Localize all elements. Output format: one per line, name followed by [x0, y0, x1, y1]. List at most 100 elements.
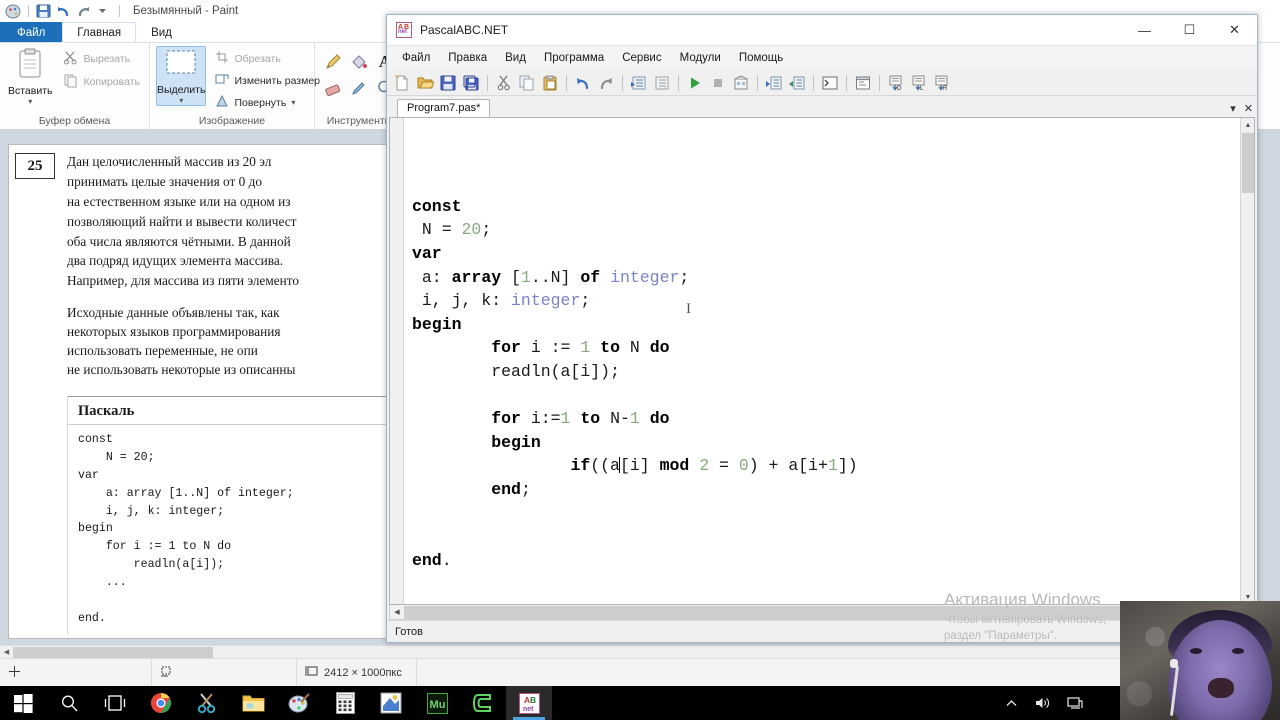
rotate-dropdown-icon[interactable]: ▾	[291, 98, 295, 107]
customize-qat-icon[interactable]	[96, 4, 112, 19]
save-all-icon[interactable]	[460, 72, 482, 94]
code-text[interactable]: const N = 20; var a: array [1..N] of inte…	[404, 118, 1240, 604]
copy-icon[interactable]	[516, 72, 538, 94]
paint-tab-file[interactable]: Файл	[0, 22, 63, 42]
maximize-button[interactable]: ☐	[1167, 15, 1212, 45]
code-editor[interactable]: const N = 20; var a: array [1..N] of inte…	[389, 117, 1255, 605]
hscroll-track[interactable]	[13, 645, 1267, 659]
cut-icon[interactable]	[493, 72, 515, 94]
close-button[interactable]: ✕	[1212, 15, 1257, 45]
scroll-left-icon[interactable]: ◀	[390, 606, 404, 619]
code-token: .	[441, 550, 452, 570]
taskbar-explorer[interactable]	[230, 686, 276, 720]
fill-icon[interactable]	[347, 50, 371, 74]
resize-button[interactable]: Изменить размер	[212, 71, 323, 90]
copy-button[interactable]: Копировать	[60, 72, 143, 92]
task-view-icon[interactable]	[92, 686, 138, 720]
eraser-icon[interactable]	[321, 76, 345, 100]
new-file-icon[interactable]	[391, 72, 413, 94]
code-line: a: array [1..N] of integer;	[412, 266, 1240, 290]
select-dropdown-icon[interactable]: ▾	[179, 96, 183, 105]
scroll-up-icon[interactable]: ▲	[1241, 118, 1254, 132]
menu-program[interactable]: Программа	[535, 49, 613, 67]
minimize-button[interactable]: —	[1122, 15, 1167, 45]
image-size-value: 2412 × 1000пкс	[324, 666, 402, 679]
form-icon[interactable]	[852, 72, 874, 94]
paste-button[interactable]: Вставить ▾	[6, 46, 54, 106]
color-picker-icon[interactable]	[347, 76, 371, 100]
build-icon[interactable]	[730, 72, 752, 94]
search-icon[interactable]	[46, 686, 92, 720]
network-icon[interactable]	[1060, 686, 1090, 720]
menu-help[interactable]: Помощь	[730, 49, 792, 67]
editor-tab-program7[interactable]: Program7.pas*	[397, 99, 491, 117]
step-over-icon[interactable]	[763, 72, 785, 94]
pascal-titlebar[interactable]: AB net PascalABC.NET — ☐ ✕	[387, 15, 1257, 46]
editor-vertical-scrollbar[interactable]: ▲ ▼	[1240, 118, 1254, 604]
select-button[interactable]: Выделить ▾	[156, 46, 207, 106]
paste-icon[interactable]	[539, 72, 561, 94]
paint-app-icon[interactable]	[5, 4, 21, 19]
menu-modules[interactable]: Модули	[671, 49, 730, 67]
debug-l-icon[interactable]: L	[908, 72, 930, 94]
code-token: var	[412, 243, 442, 263]
paint-tab-home[interactable]: Главная	[62, 22, 137, 42]
taskbar-pascalabc[interactable]: A B net	[506, 686, 552, 720]
paint-tab-view[interactable]: Вид	[136, 22, 187, 42]
show-hidden-icons-icon[interactable]	[996, 686, 1026, 720]
tab-list-dropdown-icon[interactable]: ▾	[1230, 102, 1236, 115]
scroll-left-icon[interactable]: ◀	[0, 646, 13, 659]
tabstrip-controls: ▾ ✕	[1230, 102, 1253, 115]
code-token: 1	[629, 409, 640, 429]
indent-icon[interactable]	[628, 72, 650, 94]
tab-close-icon[interactable]: ✕	[1244, 102, 1253, 115]
open-file-icon[interactable]	[414, 72, 436, 94]
console-icon[interactable]	[819, 72, 841, 94]
hscroll-thumb[interactable]	[13, 646, 213, 658]
debug-d-icon[interactable]: D	[885, 72, 907, 94]
pencil-icon[interactable]	[321, 50, 345, 74]
code-line: end;	[412, 478, 1240, 502]
run-icon[interactable]	[684, 72, 706, 94]
code-token: ;	[580, 291, 591, 311]
undo-icon[interactable]	[572, 72, 594, 94]
menu-view[interactable]: Вид	[496, 49, 535, 67]
save-file-icon[interactable]	[437, 72, 459, 94]
document-image: 25 Дан целочисленный массив из 20 эл при…	[8, 144, 388, 639]
paste-dropdown-icon[interactable]: ▾	[28, 97, 32, 106]
start-button[interactable]	[0, 686, 46, 720]
code-token: ;	[481, 220, 492, 240]
image-size-icon	[305, 665, 319, 681]
select-label: Выделить	[157, 84, 206, 96]
status-image-size: 2412 × 1000пкс	[297, 658, 417, 687]
paint-horizontal-scrollbar[interactable]: ◀ ▶	[0, 645, 1280, 659]
step-into-icon[interactable]	[786, 72, 808, 94]
menu-service[interactable]: Сервис	[613, 49, 670, 67]
stop-icon[interactable]	[707, 72, 729, 94]
crop-button[interactable]: Обрезать	[212, 49, 323, 68]
taskbar-bandicam[interactable]	[368, 686, 414, 720]
redo-icon[interactable]	[595, 72, 617, 94]
menu-file[interactable]: Файл	[393, 49, 439, 67]
taskbar-adobe-muse[interactable]: Mu	[414, 686, 460, 720]
taskbar-paint[interactable]	[276, 686, 322, 720]
undo-icon[interactable]	[56, 4, 72, 19]
save-icon[interactable]	[36, 4, 52, 19]
redo-icon[interactable]	[76, 4, 92, 19]
webcam-mouth	[1208, 678, 1234, 698]
code-token: to	[600, 338, 620, 358]
taskbar-chrome[interactable]	[138, 686, 184, 720]
outdent-icon[interactable]	[651, 72, 673, 94]
volume-icon[interactable]	[1028, 686, 1058, 720]
cut-button[interactable]: Вырезать	[60, 49, 143, 69]
debug-r-icon[interactable]: R	[931, 72, 953, 94]
vscroll-thumb[interactable]	[1242, 133, 1254, 193]
rotate-button[interactable]: Повернуть ▾	[212, 93, 323, 112]
taskbar-codeblocks[interactable]	[460, 686, 506, 720]
taskbar-snipping-tool[interactable]	[184, 686, 230, 720]
code-token: mod	[659, 456, 690, 476]
menu-edit[interactable]: Правка	[439, 49, 496, 67]
taskbar-calculator[interactable]	[322, 686, 368, 720]
